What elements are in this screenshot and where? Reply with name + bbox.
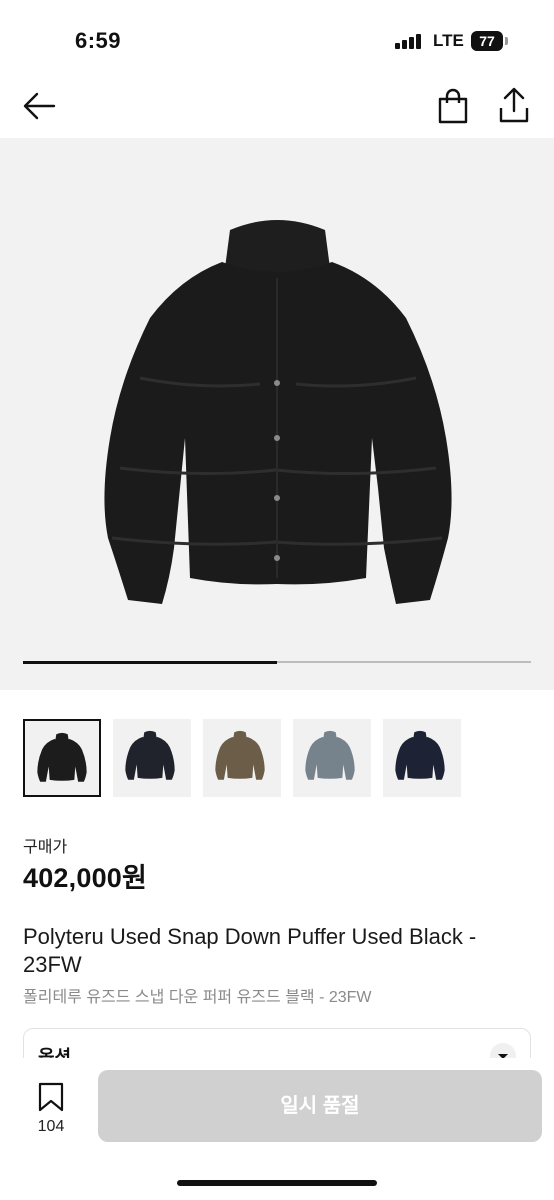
wishlist-button[interactable]: 104 <box>28 1080 74 1140</box>
arrow-left-icon[interactable] <box>22 88 58 124</box>
thumbnail-image <box>125 730 175 780</box>
product-image-gallery[interactable] <box>0 138 554 690</box>
product-image <box>104 220 452 604</box>
product-title: Polyteru Used Snap Down Puffer Used Blac… <box>23 924 477 977</box>
sold-out-button[interactable]: 일시 품절 <box>98 1070 542 1142</box>
battery-cap <box>505 37 508 45</box>
wishlist-count: 104 <box>37 1118 65 1135</box>
thumbnail-5[interactable] <box>383 719 461 797</box>
bookmark-icon <box>38 1082 64 1112</box>
thumbnail-image <box>215 730 265 780</box>
product-subtitle-korean: 폴리테루 유즈드 스냅 다운 퍼퍼 유즈드 블랙 - 23FW <box>23 989 372 1006</box>
gallery-progress-track <box>23 660 531 664</box>
thumbnail-image <box>37 732 87 782</box>
thumbnail-2[interactable] <box>113 719 191 797</box>
thumbnail-4[interactable] <box>293 719 371 797</box>
price-value: 402,000원 <box>23 863 148 893</box>
battery-icon: 77 <box>471 31 503 51</box>
top-nav <box>0 80 554 136</box>
home-indicator <box>177 1180 377 1186</box>
thumbnail-3[interactable] <box>203 719 281 797</box>
price-label: 구매가 <box>23 839 68 856</box>
cellular-signal-icon <box>395 33 425 49</box>
network-label: LTE <box>433 31 464 50</box>
share-icon[interactable] <box>496 86 532 124</box>
thumbnail-strip <box>23 719 531 799</box>
thumbnail-image <box>305 730 355 780</box>
gallery-progress-fill <box>23 660 277 664</box>
thumbnail-1[interactable] <box>23 719 101 797</box>
shopping-bag-icon[interactable] <box>436 88 470 124</box>
bottom-action-bar: 104 일시 품절 <box>0 1058 554 1200</box>
status-time: 6:59 <box>75 28 122 53</box>
status-bar: 6:59 LTE 77 <box>0 0 554 80</box>
thumbnail-image <box>395 730 445 780</box>
